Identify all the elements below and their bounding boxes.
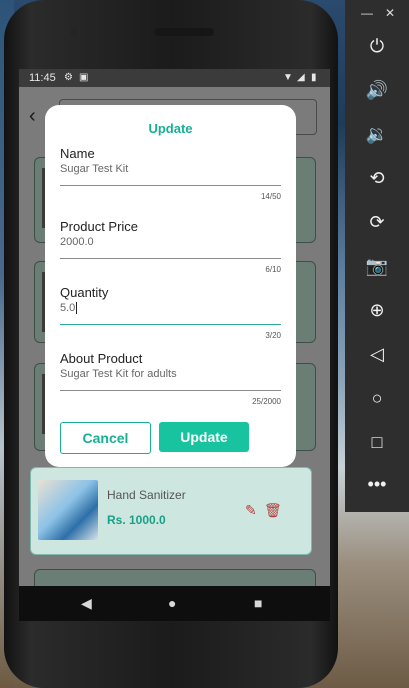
dialog-title: Update <box>148 121 193 136</box>
minimize-icon[interactable]: — <box>361 6 373 20</box>
cancel-button[interactable]: Cancel <box>60 422 151 454</box>
product-price: Rs. 1000.0 <box>107 513 166 527</box>
update-dialog: Update Name Sugar Test Kit 14/50 Product… <box>45 105 296 467</box>
overview-icon[interactable]: □ <box>345 432 409 453</box>
product-image <box>38 480 98 540</box>
image-icon: ▣ <box>79 72 89 83</box>
back-arrow-icon[interactable]: ‹ <box>29 105 36 128</box>
name-counter: 14/50 <box>260 192 281 201</box>
volume-down-icon[interactable]: 🔉 <box>345 124 409 145</box>
name-underline <box>60 185 281 186</box>
speaker-grille <box>154 28 214 36</box>
power-icon[interactable]: ⏻ <box>345 36 409 57</box>
close-icon[interactable]: ✕ <box>385 6 395 20</box>
price-underline <box>60 258 281 259</box>
back-icon[interactable]: ◁ <box>345 344 409 365</box>
home-icon[interactable]: ○ <box>345 388 409 409</box>
update-button[interactable]: Update <box>159 422 249 452</box>
camera-icon[interactable]: 📷 <box>345 256 409 277</box>
price-counter: 6/10 <box>265 265 281 274</box>
price-field[interactable]: 2000.0 <box>60 236 94 248</box>
text-cursor <box>76 302 78 315</box>
battery-icon: ▮ <box>311 72 317 83</box>
price-label: Product Price <box>60 219 139 234</box>
gear-icon: ⚙ <box>64 72 73 83</box>
product-card-hand-sanitizer[interactable]: Hand Sanitizer Rs. 1000.0 ✎ 🗑 <box>30 467 312 555</box>
nav-overview-icon[interactable]: ■ <box>254 595 262 611</box>
delete-icon[interactable]: 🗑 <box>264 502 282 519</box>
quantity-value: 5.0 <box>60 302 76 314</box>
status-time: 11:45 <box>29 72 56 84</box>
name-label: Name <box>60 146 95 161</box>
emulator-control-panel: — ✕ ⏻ 🔊 🔉 ⟲ ⟳ 📷 ⊕ ◁ ○ □ ••• <box>345 0 409 512</box>
edit-icon[interactable]: ✎ <box>245 502 257 519</box>
nav-home-icon[interactable]: ● <box>168 595 176 611</box>
front-camera <box>70 28 78 36</box>
wifi-icon: ▼ <box>283 72 293 83</box>
android-nav-bar: ◀ ● ■ <box>19 586 330 621</box>
rotate-left-icon[interactable]: ⟲ <box>345 168 409 189</box>
volume-up-icon[interactable]: 🔊 <box>345 80 409 101</box>
rotate-right-icon[interactable]: ⟳ <box>345 212 409 233</box>
nav-back-icon[interactable]: ◀ <box>81 595 92 612</box>
name-field[interactable]: Sugar Test Kit <box>60 163 128 175</box>
signal-icon: ◢ <box>297 72 305 83</box>
quantity-field[interactable]: 5.0 <box>60 302 78 315</box>
product-title: Hand Sanitizer <box>107 488 186 502</box>
quantity-label: Quantity <box>60 285 109 300</box>
quantity-counter: 3/20 <box>265 331 281 340</box>
about-label: About Product <box>60 351 143 366</box>
about-underline <box>60 390 281 391</box>
quantity-underline <box>60 324 281 325</box>
about-field[interactable]: Sugar Test Kit for adults <box>60 368 177 380</box>
status-bar: 11:45 ⚙ ▣ ▼ ◢ ▮ <box>19 69 330 87</box>
zoom-icon[interactable]: ⊕ <box>345 300 409 321</box>
about-counter: 25/2000 <box>252 397 281 406</box>
more-icon[interactable]: ••• <box>345 474 409 495</box>
